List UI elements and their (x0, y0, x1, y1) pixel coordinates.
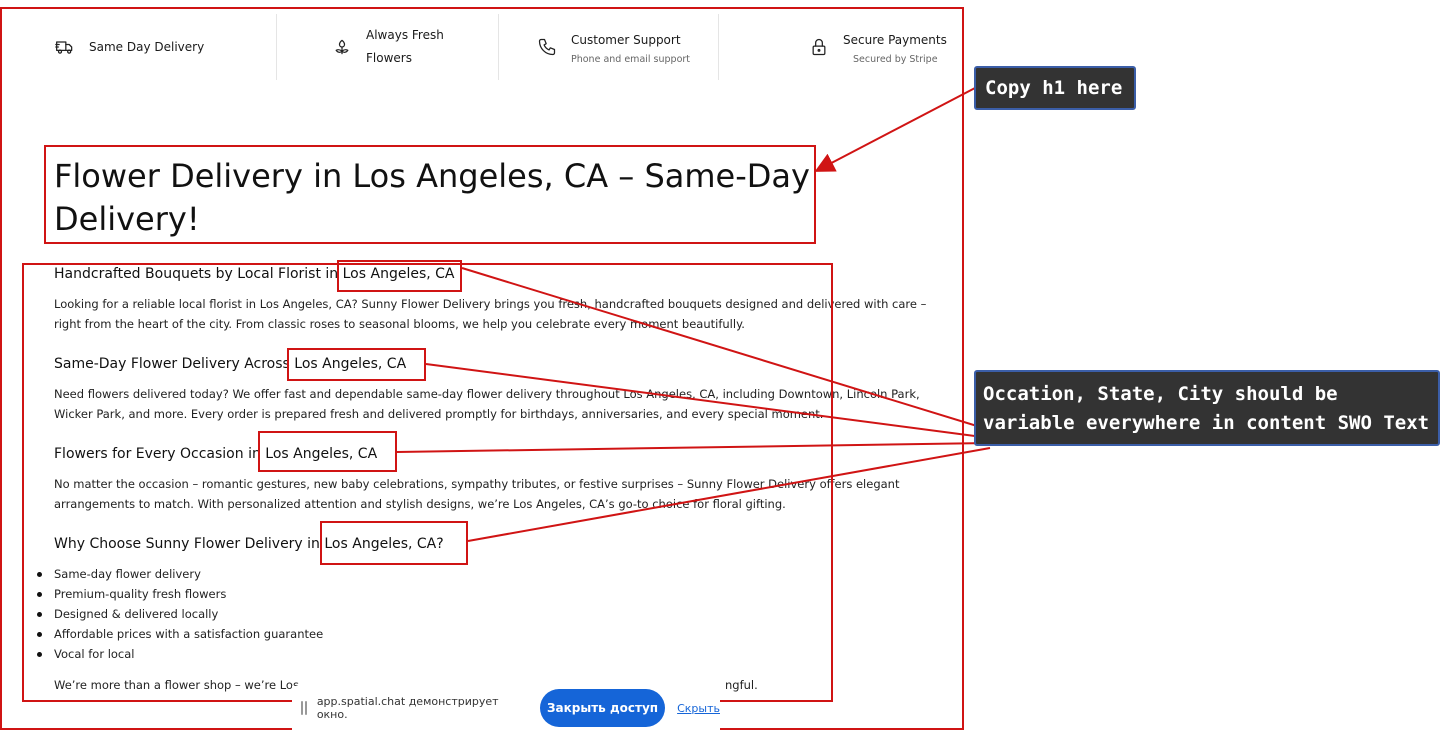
feature-title: Same Day Delivery (89, 39, 205, 54)
feature-secure-payments: Secure Payments Secured by Stripe (719, 14, 959, 80)
annotation-note-line: Occation, State, City should be (983, 383, 1338, 405)
list-item: Designed & delivered locally (34, 604, 323, 624)
section-heading: Same-Day Flower Delivery Across Los Ange… (54, 356, 407, 372)
list-item: Affordable prices with a satisfaction gu… (34, 624, 323, 644)
web-page: Same Day Delivery Always Fresh Flowers C… (0, 0, 965, 730)
feature-text: Always Fresh Flowers (366, 24, 456, 70)
feature-title: Customer Support (571, 33, 681, 47)
list-item: Vocal for local (34, 644, 323, 664)
feature-always-fresh: Always Fresh Flowers (277, 14, 499, 80)
feature-subtitle: Phone and email support (571, 54, 691, 65)
flower-icon (335, 39, 349, 55)
feature-text: Customer Support Phone and email support (571, 29, 690, 65)
hide-link[interactable]: Скрыть (677, 702, 720, 715)
drag-handle-icon[interactable] (301, 701, 309, 715)
section-heading: Handcrafted Bouquets by Local Florist in… (54, 266, 455, 282)
share-status-text: app.spatial.chat демонстрирует окно. (316, 695, 499, 721)
feature-text: Same Day Delivery (89, 36, 204, 59)
feature-same-day-delivery: Same Day Delivery (0, 14, 277, 80)
section-heading: Why Choose Sunny Flower Delivery in Los … (54, 536, 444, 552)
screen-share-bar: app.spatial.chat демонстрирует окно. Зак… (292, 686, 720, 730)
feature-subtitle: Secured by Stripe (853, 54, 938, 65)
lock-icon (812, 38, 826, 56)
feature-text: Secure Payments Secured by Stripe (843, 29, 947, 65)
feature-customer-support: Customer Support Phone and email support (499, 14, 719, 80)
section-heading: Flowers for Every Occasion in Los Angele… (54, 446, 378, 462)
annotation-copy-h1: Copy h1 here (974, 66, 1136, 110)
stop-sharing-button[interactable]: Закрыть доступ (539, 689, 666, 727)
section-paragraph: Need flowers delivered today? We offer f… (54, 387, 920, 421)
benefits-list: Same-day flower delivery Premium-quality… (34, 564, 323, 664)
feature-title: Always Fresh Flowers (366, 28, 444, 65)
features-bar: Same Day Delivery Always Fresh Flowers C… (0, 14, 960, 80)
truck-icon (55, 41, 73, 54)
feature-title: Secure Payments (843, 33, 947, 47)
closing-text-tail: ngful. (725, 678, 758, 692)
annotation-variables-note: Occation, State, City should be variable… (974, 370, 1440, 446)
list-item: Same-day flower delivery (34, 564, 323, 584)
phone-icon (538, 38, 556, 56)
page-headline: Flower Delivery in Los Angeles, CA – Sam… (54, 157, 810, 238)
list-item: Premium-quality fresh flowers (34, 584, 323, 604)
closing-text: We’re more than a flower shop – we’re Lo… (54, 678, 299, 692)
section-paragraph: No matter the occasion – romantic gestur… (54, 477, 900, 511)
section-paragraph: Looking for a reliable local florist in … (54, 297, 927, 331)
annotation-note-line: variable everywhere in content SWO Text (983, 412, 1430, 434)
